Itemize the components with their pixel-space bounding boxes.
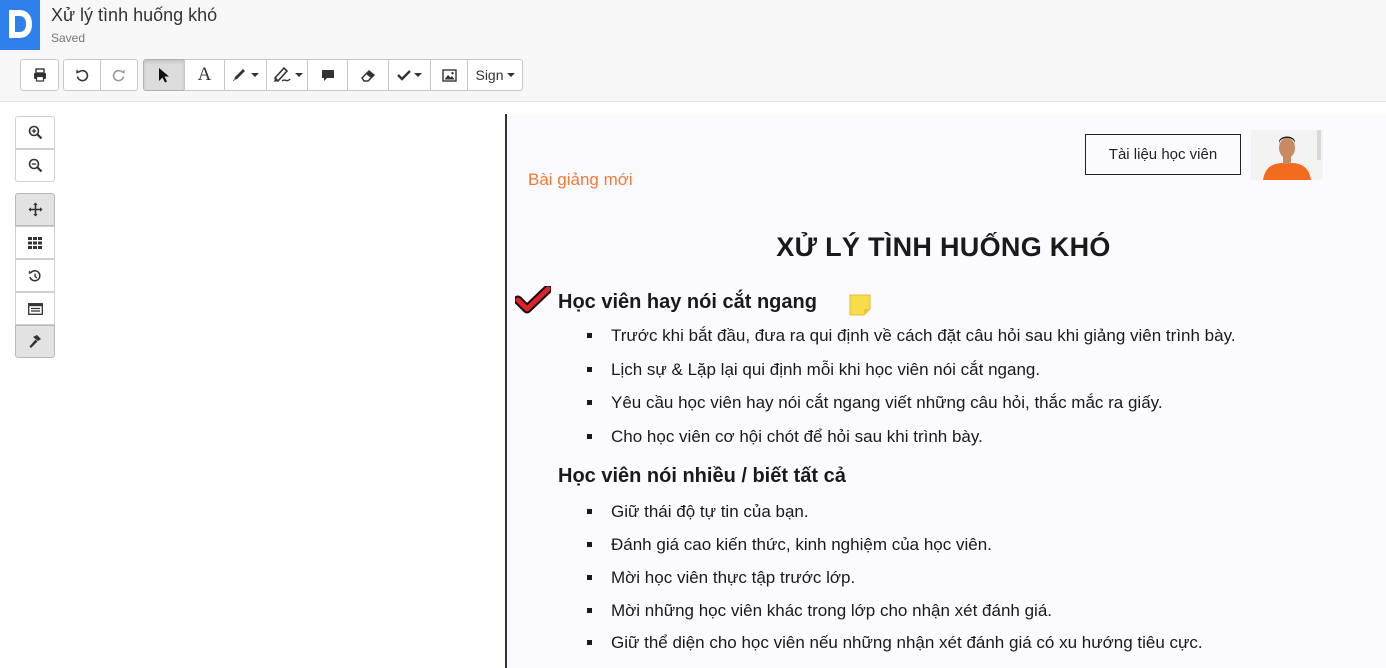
document-page[interactable]: Bài giảng mới Tài liệu học viên XỬ LÝ TÌ…	[505, 114, 1386, 668]
highlighter-icon	[273, 66, 291, 83]
hammer-icon	[29, 335, 41, 348]
bullet-square-icon	[587, 640, 592, 645]
zoom-in-button[interactable]	[15, 116, 55, 149]
comment-tool-button[interactable]	[307, 59, 348, 91]
zoom-out-icon	[28, 158, 42, 173]
caret-down-icon	[294, 73, 303, 77]
highlight-tool-button[interactable]	[266, 59, 308, 91]
outline-list-icon	[27, 302, 43, 315]
student-material-box: Tài liệu học viên	[1085, 134, 1241, 175]
comment-icon	[321, 69, 334, 81]
thumbnails-grid-icon	[28, 236, 42, 249]
sign-button[interactable]: Sign	[467, 59, 523, 91]
logo-d-icon	[9, 10, 32, 38]
tools-button[interactable]	[15, 325, 55, 358]
redo-icon	[112, 69, 125, 82]
check-annotation-icon[interactable]	[515, 286, 551, 314]
caret-down-icon	[251, 73, 259, 77]
move-icon	[28, 202, 42, 217]
bullet-square-icon	[587, 400, 592, 405]
app-header: Xử lý tình huống khó Saved A Sign	[0, 0, 1386, 102]
bullet-square-icon	[587, 367, 592, 372]
bullet-square-icon	[587, 333, 592, 338]
eraser-tool-button[interactable]	[347, 59, 389, 91]
cursor-arrow-icon	[159, 68, 169, 83]
save-status: Saved	[51, 31, 86, 45]
app-logo[interactable]	[0, 0, 40, 50]
printer-icon	[33, 68, 46, 82]
section-title: Học viên hay nói cắt ngang	[558, 291, 817, 313]
select-tool-button[interactable]	[143, 59, 185, 91]
document-heading: XỬ LÝ TÌNH HUỐNG KHÓ	[776, 232, 1111, 262]
bullet-square-icon	[587, 434, 592, 439]
sign-label: Sign	[475, 67, 504, 83]
bullet-square-icon	[587, 575, 592, 580]
undo-icon	[76, 69, 89, 82]
pencil-icon	[233, 69, 245, 81]
history-button[interactable]	[15, 259, 55, 292]
print-button[interactable]	[20, 59, 59, 91]
outline-button[interactable]	[15, 292, 55, 325]
bullet-square-icon	[587, 608, 592, 613]
section-title: Học viên nói nhiều / biết tất cả	[558, 465, 846, 487]
text-tool-button[interactable]: A	[184, 59, 225, 91]
document-title[interactable]: Xử lý tình huống khó	[51, 5, 217, 26]
redo-button[interactable]	[100, 59, 138, 91]
draw-tool-button[interactable]	[224, 59, 267, 91]
check-icon	[397, 70, 411, 81]
caret-down-icon	[414, 73, 422, 77]
history-icon	[28, 269, 41, 281]
zoom-in-icon	[28, 125, 42, 140]
thumbnails-button[interactable]	[15, 226, 55, 259]
zoom-out-button[interactable]	[15, 149, 55, 182]
check-stamp-button[interactable]	[388, 59, 431, 91]
eraser-icon	[360, 69, 375, 82]
undo-button[interactable]	[63, 59, 101, 91]
insert-image-button[interactable]	[430, 59, 468, 91]
page-header-tag: Bài giảng mới	[528, 170, 633, 189]
instructor-photo	[1251, 130, 1323, 180]
sticky-note-icon[interactable]	[849, 294, 871, 316]
bullet-square-icon	[587, 509, 592, 514]
caret-down-icon	[506, 73, 515, 77]
pan-tool-button[interactable]	[15, 193, 55, 226]
image-icon	[441, 68, 457, 82]
bullet-square-icon	[587, 542, 592, 547]
